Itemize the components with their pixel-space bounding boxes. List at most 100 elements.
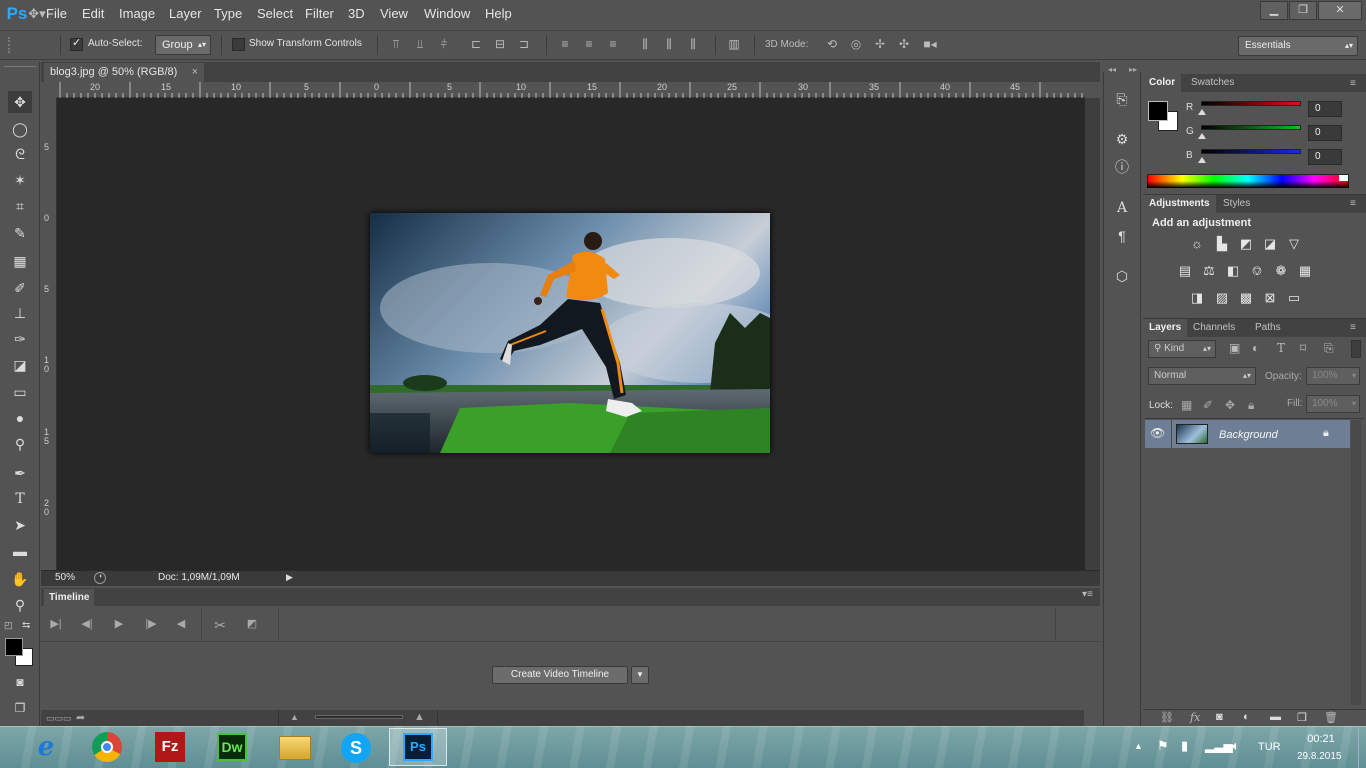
- vertical-scrollbar[interactable]: [1085, 98, 1100, 570]
- quick-mask-icon[interactable]: ◙: [8, 671, 32, 693]
- green-value-input[interactable]: 0: [1308, 125, 1342, 141]
- tab-adjustments[interactable]: Adjustments: [1143, 195, 1216, 213]
- hue-saturation-icon[interactable]: ▤: [1176, 263, 1194, 279]
- auto-select-checkbox[interactable]: ✓: [70, 37, 83, 51]
- tab-layers[interactable]: Layers: [1143, 319, 1188, 337]
- play-icon[interactable]: ▶: [111, 617, 127, 631]
- blur-tool-icon[interactable]: ●: [8, 407, 32, 429]
- menu-select[interactable]: Select: [257, 0, 293, 28]
- menu-image[interactable]: Image: [119, 0, 155, 28]
- history-brush-tool-icon[interactable]: ✑: [8, 328, 32, 350]
- chrome-icon[interactable]: [92, 732, 122, 762]
- brightness-contrast-icon[interactable]: ☼: [1188, 236, 1206, 252]
- align-top-icon[interactable]: ⫪: [388, 37, 404, 51]
- magic-wand-tool-icon[interactable]: ✶: [8, 169, 32, 191]
- brush-tool-icon[interactable]: ✐: [8, 277, 32, 299]
- red-slider-thumb[interactable]: [1198, 109, 1206, 115]
- adjustments-menu-icon[interactable]: ≡: [1350, 198, 1356, 209]
- rectangle-tool-icon[interactable]: ▬: [8, 540, 32, 562]
- menu-layer[interactable]: Layer: [169, 0, 202, 28]
- ruler-origin[interactable]: [41, 82, 57, 98]
- gradient-tool-icon[interactable]: ▭: [8, 381, 32, 403]
- dreamweaver-icon[interactable]: Dw: [217, 733, 247, 761]
- foreground-color-swatch[interactable]: [5, 638, 23, 656]
- status-info-icon[interactable]: ◑: [94, 572, 106, 584]
- doc-size-info[interactable]: Doc: 1,09M/1,09M: [158, 572, 240, 583]
- color-fg-swatch[interactable]: [1148, 101, 1168, 121]
- filter-smart-object-icon[interactable]: ⎘: [1324, 341, 1334, 356]
- info-panel-icon[interactable]: ⓘ: [1112, 157, 1132, 177]
- vertical-ruler[interactable]: 5 0 5 1 0 1 5 2 0: [41, 98, 57, 570]
- zoom-out-timeline-icon[interactable]: ▲: [290, 712, 299, 722]
- collapse-strip-icon[interactable]: ◂◂: [1108, 65, 1116, 74]
- tab-paths[interactable]: Paths: [1249, 319, 1287, 337]
- close-tab-icon[interactable]: ×: [192, 63, 198, 82]
- selective-color-icon[interactable]: ⊠: [1261, 290, 1279, 306]
- lock-position-icon[interactable]: ✥: [1225, 398, 1235, 412]
- lock-pixels-icon[interactable]: ✐: [1203, 398, 1213, 412]
- exposure-icon[interactable]: ◪: [1261, 236, 1279, 252]
- align-bottom-icon[interactable]: ⫩: [436, 37, 452, 51]
- lasso-tool-icon[interactable]: ᘓ: [8, 143, 32, 165]
- photo-filter-icon[interactable]: ⎊: [1248, 263, 1266, 279]
- eyedropper-tool-icon[interactable]: ✎: [8, 222, 32, 244]
- menu-help[interactable]: Help: [485, 0, 512, 28]
- expand-panels-icon[interactable]: ▸▸: [1129, 65, 1137, 74]
- layer-visibility-eye-icon[interactable]: 👁︎: [1150, 426, 1165, 440]
- align-hcenter-icon[interactable]: ⊟: [492, 37, 508, 51]
- distribute-bottom-icon[interactable]: ≡: [605, 37, 621, 51]
- menu-edit[interactable]: Edit: [82, 0, 104, 28]
- 3d-rotate-icon[interactable]: ⟲: [822, 37, 842, 51]
- frame-animation-icon[interactable]: ▭▭▭: [46, 713, 72, 724]
- 3d-scale-icon[interactable]: ■◂: [920, 37, 940, 51]
- hand-tool-icon[interactable]: ✋: [8, 568, 32, 590]
- zoom-level[interactable]: 50%: [55, 572, 75, 583]
- filter-type-icon[interactable]: T: [1277, 341, 1285, 355]
- move-tool-icon[interactable]: ✥: [8, 91, 32, 113]
- gradient-map-icon[interactable]: ▭: [1285, 290, 1303, 306]
- green-slider[interactable]: [1201, 125, 1301, 130]
- toolbar-grip[interactable]: [4, 66, 36, 72]
- link-layers-icon[interactable]: ⛓︎: [1160, 711, 1174, 724]
- zoom-tool-icon[interactable]: ⚲: [8, 594, 32, 616]
- menu-3d[interactable]: 3D: [348, 0, 365, 28]
- menu-view[interactable]: View: [380, 0, 408, 28]
- filter-toggle[interactable]: [1351, 340, 1361, 358]
- blue-slider[interactable]: [1201, 149, 1301, 154]
- properties-panel-icon[interactable]: ⚙: [1112, 129, 1132, 149]
- lock-transparent-icon[interactable]: ▦: [1181, 398, 1192, 412]
- zoom-in-timeline-icon[interactable]: ▲: [414, 711, 425, 723]
- restore-button[interactable]: ❐: [1289, 1, 1317, 20]
- close-button[interactable]: ✕: [1318, 1, 1362, 20]
- workspace-dropdown[interactable]: Essentials ▴▾: [1238, 36, 1358, 56]
- next-frame-icon[interactable]: |▶: [143, 617, 159, 631]
- healing-brush-tool-icon[interactable]: ▦: [8, 250, 32, 272]
- grip-handle[interactable]: [8, 37, 12, 53]
- new-group-icon[interactable]: ▬: [1270, 711, 1281, 723]
- red-value-input[interactable]: 0: [1308, 101, 1342, 117]
- type-tool-icon[interactable]: T: [8, 488, 32, 510]
- tab-color[interactable]: Color: [1143, 74, 1182, 92]
- default-colors-icon[interactable]: ◰: [4, 620, 13, 631]
- posterize-icon[interactable]: ▨: [1213, 290, 1231, 306]
- filter-shape-icon[interactable]: ⌑: [1300, 341, 1306, 355]
- clock-time[interactable]: 00:21: [1305, 733, 1337, 745]
- character-panel-icon[interactable]: A: [1112, 198, 1132, 218]
- red-slider[interactable]: [1201, 101, 1301, 106]
- document-tab[interactable]: blog3.jpg @ 50% (RGB/8) ×: [44, 63, 204, 82]
- new-layer-icon[interactable]: ❐: [1297, 711, 1307, 724]
- previous-frame-icon[interactable]: ◀|: [79, 617, 95, 631]
- 3d-roll-icon[interactable]: ◎: [848, 37, 864, 51]
- horizontal-ruler[interactable]: 20 15 10 5 0 5 10 15 20 25 30 35 40 45: [57, 82, 1085, 98]
- fill-input[interactable]: 100% ▾: [1306, 395, 1360, 413]
- render-icon[interactable]: ➦: [76, 711, 85, 724]
- crop-tool-icon[interactable]: ⌗: [8, 195, 32, 217]
- document-image[interactable]: [370, 213, 770, 453]
- distribute-hcenter-icon[interactable]: ⫼: [661, 37, 677, 51]
- pen-tool-icon[interactable]: ✒: [8, 462, 32, 484]
- internet-explorer-icon[interactable]: e: [16, 727, 76, 767]
- path-selection-tool-icon[interactable]: ➤: [8, 514, 32, 536]
- show-desktop-button[interactable]: [1358, 727, 1366, 768]
- photoshop-taskbar-icon[interactable]: Ps: [403, 733, 433, 761]
- show-hidden-icons[interactable]: ▲: [1134, 741, 1143, 751]
